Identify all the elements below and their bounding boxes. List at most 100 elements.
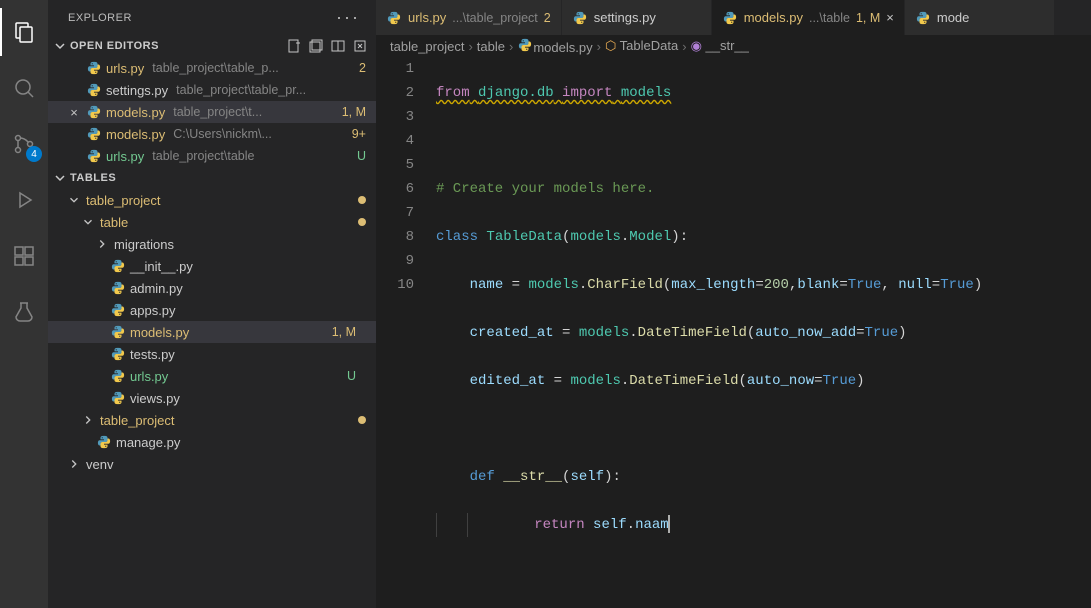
modified-dot-icon	[358, 416, 366, 424]
save-all-icon[interactable]	[308, 38, 324, 54]
chevron-right-icon	[80, 412, 96, 428]
tree-item[interactable]: tests.py	[48, 343, 376, 365]
sidebar-title-row: EXPLORER ···	[48, 0, 376, 35]
open-editor-item[interactable]: ×models.pytable_project\t...1, M	[48, 101, 376, 123]
tree-item-label: urls.py	[130, 369, 168, 384]
line-number: 10	[376, 273, 414, 297]
search-activity[interactable]	[0, 64, 48, 112]
file-path: table_project\table	[152, 149, 254, 163]
close-all-icon[interactable]	[352, 38, 368, 54]
tree-item[interactable]: models.py1, M	[48, 321, 376, 343]
breadcrumb-item[interactable]: models.py	[517, 37, 592, 55]
chevron-down-icon	[66, 192, 82, 208]
python-icon	[386, 10, 402, 26]
open-editor-item[interactable]: settings.py table_project\table_pr...	[48, 79, 376, 101]
breadcrumb-item[interactable]: ◉ __str__	[691, 38, 749, 54]
tab-label: settings.py	[594, 10, 656, 25]
line-number: 8	[376, 225, 414, 249]
file-name: settings.py	[106, 83, 168, 98]
tab-label: urls.py	[408, 10, 446, 25]
file-name: urls.py	[106, 149, 144, 164]
tree-item-label: table	[100, 215, 128, 230]
close-icon[interactable]: ×	[886, 10, 894, 25]
python-icon	[517, 37, 533, 53]
chevron-down-icon	[80, 214, 96, 230]
file-path: table_project\table_p...	[152, 61, 278, 75]
open-editor-item[interactable]: urls.py table_project\table U	[48, 145, 376, 167]
tab-label: models.py	[744, 10, 803, 25]
testing-activity[interactable]	[0, 288, 48, 336]
tree-item[interactable]: admin.py	[48, 277, 376, 299]
line-number: 7	[376, 201, 414, 225]
file-tree: table_projecttablemigrations__init__.pya…	[48, 189, 376, 475]
tree-item[interactable]: manage.py	[48, 431, 376, 453]
file-path: C:\Users\nickm\...	[173, 127, 272, 141]
tree-item[interactable]: table_project	[48, 189, 376, 211]
code-content[interactable]: from django.db import models # Create yo…	[436, 57, 1091, 608]
method-icon: ◉	[691, 38, 702, 54]
tree-item[interactable]: urls.py U	[48, 365, 376, 387]
breadcrumb-sep: ›	[509, 39, 513, 54]
editor-tab[interactable]: models.py...\table1, M×	[712, 0, 905, 35]
breadcrumb[interactable]: table_project›table›models.py›⬡ TableDat…	[376, 35, 1091, 57]
code-editor[interactable]: 12345678910 from django.db import models…	[376, 57, 1091, 608]
tab-label: mode	[937, 10, 970, 25]
file-status: U	[347, 369, 366, 383]
tree-item-label: apps.py	[130, 303, 176, 318]
python-icon	[96, 434, 112, 450]
tab-status: 2	[544, 11, 551, 25]
python-icon	[110, 280, 126, 296]
tab-path: ...\table	[809, 11, 850, 25]
line-number: 9	[376, 249, 414, 273]
open-editors-header[interactable]: OPEN EDITORS	[48, 35, 376, 57]
file-path: table_project\t...	[173, 105, 262, 119]
scm-activity[interactable]: 4	[0, 120, 48, 168]
editor-tab[interactable]: settings.py	[562, 0, 712, 35]
tree-item[interactable]: table	[48, 211, 376, 233]
file-name: models.py	[106, 127, 165, 142]
extensions-activity[interactable]	[0, 232, 48, 280]
python-icon	[86, 104, 102, 120]
breadcrumb-sep: ›	[682, 39, 686, 54]
close-icon[interactable]: ×	[66, 105, 82, 120]
breadcrumb-item[interactable]: table_project	[390, 39, 464, 54]
python-icon	[110, 258, 126, 274]
editor-tab[interactable]: urls.py ...\table_project 2	[376, 0, 562, 35]
python-icon	[110, 346, 126, 362]
line-number: 4	[376, 129, 414, 153]
folder-header[interactable]: TABLES	[48, 167, 376, 189]
chevron-right-icon	[94, 236, 110, 252]
tree-item[interactable]: venv	[48, 453, 376, 475]
tree-item[interactable]: __init__.py	[48, 255, 376, 277]
line-number: 3	[376, 105, 414, 129]
editor-tab[interactable]: mode	[905, 0, 1055, 35]
python-icon	[86, 148, 102, 164]
python-icon	[722, 10, 738, 26]
tree-item[interactable]: apps.py	[48, 299, 376, 321]
new-file-icon[interactable]	[286, 38, 302, 54]
breadcrumb-item[interactable]: ⬡ TableData	[605, 38, 678, 54]
python-icon	[572, 10, 588, 26]
open-editor-item[interactable]: urls.pytable_project\table_p...2	[48, 57, 376, 79]
file-status: U	[357, 149, 376, 163]
open-editor-item[interactable]: models.py C:\Users\nickm\... 9+	[48, 123, 376, 145]
debug-activity[interactable]	[0, 176, 48, 224]
tree-item[interactable]: views.py	[48, 387, 376, 409]
python-icon	[86, 60, 102, 76]
more-icon[interactable]: ···	[336, 7, 360, 28]
file-status: 2	[359, 61, 376, 75]
python-icon	[110, 390, 126, 406]
tree-item-label: views.py	[130, 391, 180, 406]
python-icon	[86, 82, 102, 98]
tree-item[interactable]: table_project	[48, 409, 376, 431]
explorer-activity[interactable]	[0, 8, 48, 56]
toggle-layout-icon[interactable]	[330, 38, 346, 54]
file-path: table_project\table_pr...	[176, 83, 306, 97]
tree-item-label: table_project	[100, 413, 174, 428]
tab-path: ...\table_project	[452, 11, 537, 25]
file-status: 9+	[352, 127, 376, 141]
breadcrumb-item[interactable]: table	[477, 39, 505, 54]
tree-item[interactable]: migrations	[48, 233, 376, 255]
open-editors-list: urls.py table_project\table_p... 2 settings…	[48, 57, 376, 167]
python-icon	[915, 10, 931, 26]
